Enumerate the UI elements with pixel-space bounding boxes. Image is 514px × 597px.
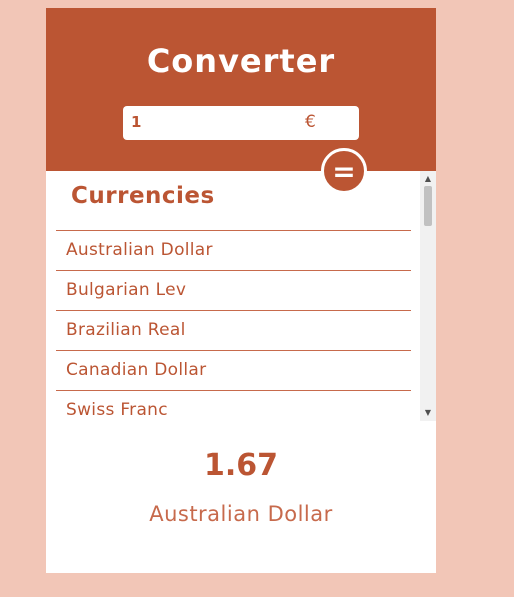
list-scrollbar[interactable]: ▲ ▼ xyxy=(420,171,436,421)
scroll-thumb[interactable] xyxy=(424,186,432,226)
result-value: 1.67 xyxy=(203,448,279,483)
currency-item-canadian-dollar[interactable]: Canadian Dollar xyxy=(56,350,411,390)
currency-item-swiss-franc[interactable]: Swiss Franc xyxy=(56,390,411,421)
amount-input[interactable] xyxy=(131,111,291,133)
currency-list: Australian Dollar Bulgarian Lev Brazilia… xyxy=(56,230,411,421)
converter-card: Converter € = Currencies Australian Doll… xyxy=(46,8,436,573)
converter-header: Converter € xyxy=(46,8,436,171)
scroll-up-icon[interactable]: ▲ xyxy=(420,172,436,186)
result-currency: Australian Dollar xyxy=(149,502,333,526)
page-title: Converter xyxy=(146,42,336,80)
amount-field[interactable]: € xyxy=(123,106,359,140)
scroll-down-icon[interactable]: ▼ xyxy=(420,406,436,420)
currency-item-bulgarian-lev[interactable]: Bulgarian Lev xyxy=(56,270,411,310)
currency-list-panel: Currencies Australian Dollar Bulgarian L… xyxy=(46,171,436,421)
currency-item-brazilian-real[interactable]: Brazilian Real xyxy=(56,310,411,350)
equals-button[interactable]: = xyxy=(321,148,367,194)
list-heading: Currencies xyxy=(71,183,215,209)
euro-icon: € xyxy=(305,112,316,132)
currency-item-australian-dollar[interactable]: Australian Dollar xyxy=(56,230,411,270)
